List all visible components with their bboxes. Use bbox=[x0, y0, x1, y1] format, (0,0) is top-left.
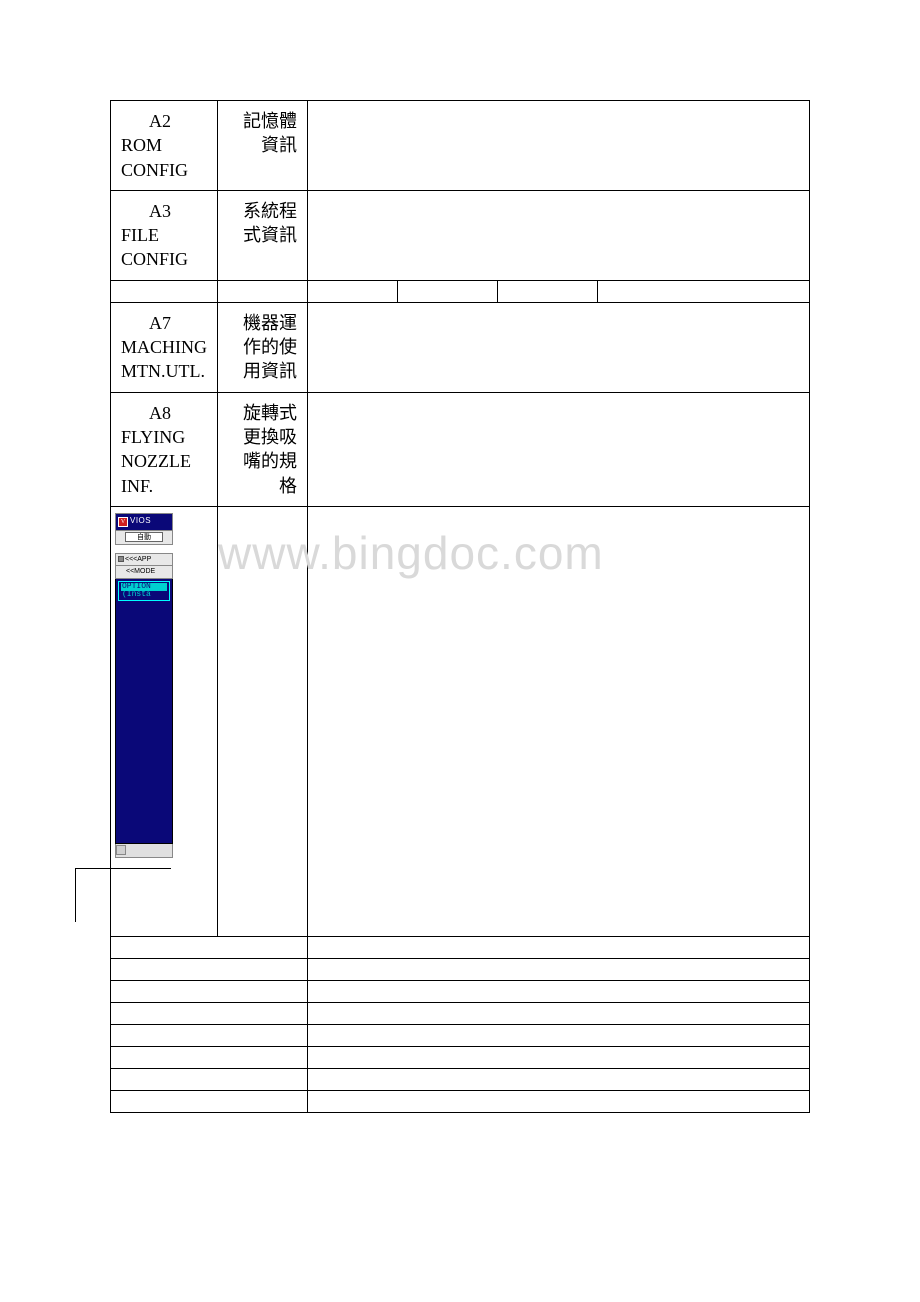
titlebar: V VIOS bbox=[115, 513, 173, 531]
table-row bbox=[111, 936, 810, 958]
cell-a3-code: A3 FILE CONFIG bbox=[111, 190, 218, 280]
toolbar-row: 自動 bbox=[115, 531, 173, 545]
embedded-app-window: V VIOS 自動 <<<APP <<MODE OPTION (Insta bbox=[115, 513, 173, 858]
app-icon: V bbox=[118, 517, 128, 527]
table-row: A3 FILE CONFIG 系統程式資訊 bbox=[111, 190, 810, 280]
header-row-app: <<<APP bbox=[115, 553, 173, 566]
content-panel: OPTION (Insta bbox=[115, 579, 173, 844]
table-row bbox=[111, 1046, 810, 1068]
window-title: VIOS bbox=[130, 516, 151, 527]
cell-a3-empty bbox=[308, 190, 810, 280]
header-row-mode: <<MODE bbox=[115, 566, 173, 579]
cell-a2-desc: 記憶體資訊 bbox=[218, 101, 308, 191]
cell-a7-desc: 機器運作的使用資訊 bbox=[218, 302, 308, 392]
cell-a8-code: A8 FLYING NOZZLE INF. bbox=[111, 392, 218, 506]
cell-a8-desc: 旋轉式更換吸嘴的規格 bbox=[218, 392, 308, 506]
table-row bbox=[111, 1002, 810, 1024]
cell-screenshot-empty bbox=[308, 506, 810, 936]
table-row: A2 ROM CONFIG 記憶體資訊 bbox=[111, 101, 810, 191]
horizontal-scrollbar[interactable] bbox=[115, 844, 173, 858]
cell-screenshot-desc bbox=[218, 506, 308, 936]
table-row bbox=[111, 1068, 810, 1090]
cell-a8-empty bbox=[308, 392, 810, 506]
table-empty-row bbox=[111, 280, 810, 302]
spec-table: A2 ROM CONFIG 記憶體資訊 A3 FILE CONFIG 系統程式資… bbox=[110, 100, 810, 1113]
cell-a7-code: A7 MACHING MTN.UTL. bbox=[111, 302, 218, 392]
auto-button[interactable]: 自動 bbox=[125, 532, 163, 542]
table-row bbox=[111, 958, 810, 980]
scrollbar-thumb[interactable] bbox=[116, 845, 126, 855]
option-box[interactable]: OPTION (Insta bbox=[118, 581, 170, 601]
table-screenshot-row: V VIOS 自動 <<<APP <<MODE OPTION (Insta bbox=[111, 506, 810, 936]
table-row bbox=[111, 1024, 810, 1046]
embedded-screenshot-cell: V VIOS 自動 <<<APP <<MODE OPTION (Insta bbox=[111, 506, 218, 936]
cell-a2-code: A2 ROM CONFIG bbox=[111, 101, 218, 191]
cell-a2-empty bbox=[308, 101, 810, 191]
table-row: A7 MACHING MTN.UTL. 機器運作的使用資訊 bbox=[111, 302, 810, 392]
table-row: A8 FLYING NOZZLE INF. 旋轉式更換吸嘴的規格 bbox=[111, 392, 810, 506]
cell-a3-desc: 系統程式資訊 bbox=[218, 190, 308, 280]
option-line-sub: (Insta bbox=[121, 591, 167, 599]
cell-a7-empty bbox=[308, 302, 810, 392]
table-row bbox=[111, 1090, 810, 1112]
table-row bbox=[111, 980, 810, 1002]
